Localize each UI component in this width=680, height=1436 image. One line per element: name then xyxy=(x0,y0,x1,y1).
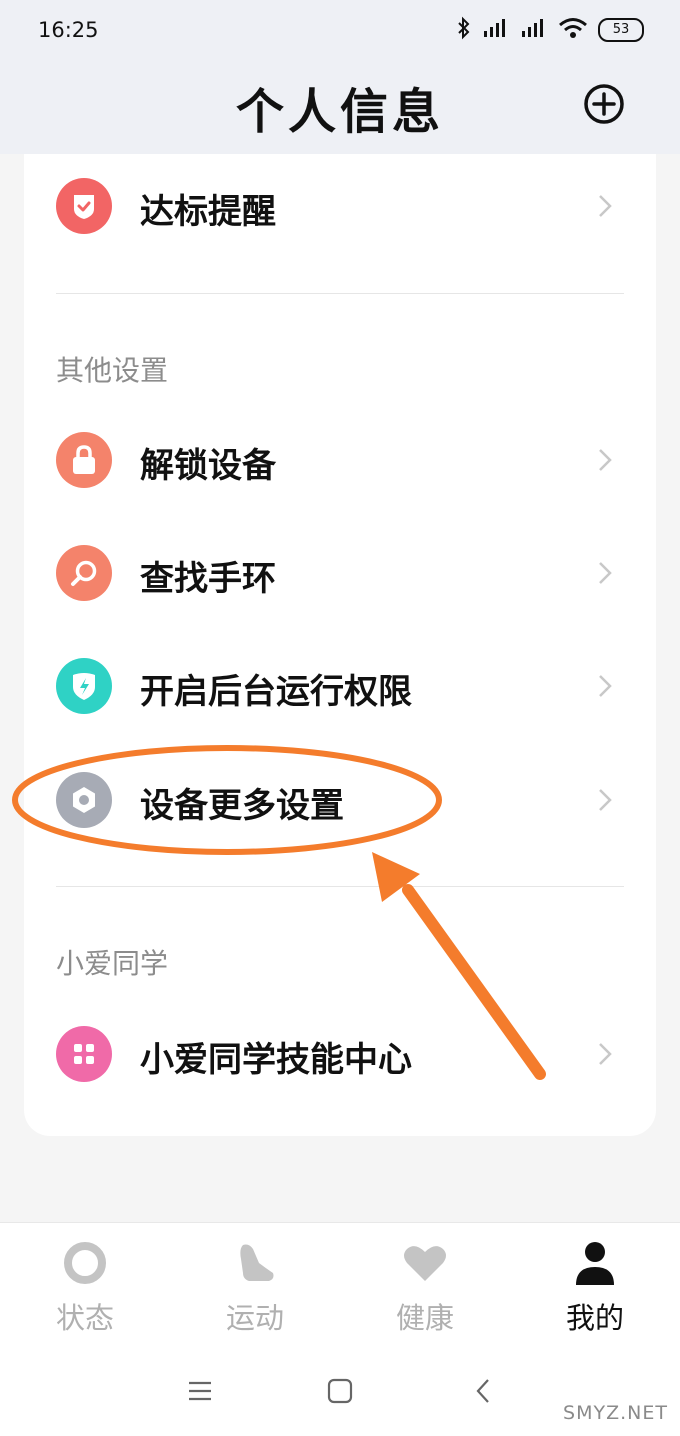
bluetooth-icon xyxy=(456,16,472,44)
page-title: 个人信息 xyxy=(235,84,444,140)
chevron-right-icon xyxy=(599,789,612,811)
find-band-label: 查找手环 xyxy=(140,559,276,599)
xiaoai-skills-label: 小爱同学技能中心 xyxy=(140,1040,412,1080)
battery-indicator: 53 xyxy=(598,18,644,42)
background-permission-label: 开启后台运行权限 xyxy=(140,672,412,712)
search-icon xyxy=(56,545,112,601)
signal-icon-2 xyxy=(520,17,548,43)
nav-label-sport: 运动 xyxy=(225,1301,284,1335)
page-header: 个人信息 xyxy=(0,64,680,154)
add-button[interactable] xyxy=(582,82,626,126)
nav-tab-sport[interactable]: 运动 xyxy=(170,1223,340,1345)
status-time: 16:25 xyxy=(38,18,99,42)
background-permission-row[interactable]: 开启后台运行权限 xyxy=(56,636,624,736)
xiaoai-skills-row[interactable]: 小爱同学技能中心 xyxy=(56,1004,624,1104)
section-other-settings: 其他设置 xyxy=(56,354,169,387)
chevron-right-icon xyxy=(599,1043,612,1065)
chevron-right-icon xyxy=(599,562,612,584)
nav-tab-mine[interactable]: 我的 xyxy=(510,1223,680,1345)
settings-card: 达标提醒 其他设置 解锁设备 查找手环 开启后台运行权限 设备更多设置 小爱同学… xyxy=(24,154,656,1136)
lock-icon xyxy=(56,432,112,488)
nav-label-health: 健康 xyxy=(395,1301,454,1335)
more-device-settings-row[interactable]: 设备更多设置 xyxy=(56,750,624,850)
gear-icon xyxy=(56,772,112,828)
bottom-nav: 状态 运动 健康 我的 xyxy=(0,1222,680,1345)
signal-icon xyxy=(482,17,510,43)
unlock-device-row[interactable]: 解锁设备 xyxy=(56,410,624,510)
grid-icon xyxy=(56,1026,112,1082)
back-icon[interactable] xyxy=(470,1377,498,1405)
chevron-right-icon xyxy=(599,195,612,217)
nav-label-status: 状态 xyxy=(55,1301,114,1335)
goal-reminder-row[interactable]: 达标提醒 xyxy=(56,156,624,256)
nav-tab-health[interactable]: 健康 xyxy=(340,1223,510,1345)
divider xyxy=(56,886,624,887)
nav-label-mine: 我的 xyxy=(565,1301,624,1335)
status-ring-icon xyxy=(64,1242,106,1284)
watermark: SMYZ.NET xyxy=(563,1402,668,1424)
status-bar: 16:25 53 xyxy=(0,0,680,64)
unlock-device-label: 解锁设备 xyxy=(140,446,276,486)
shoe-icon xyxy=(240,1244,274,1281)
chevron-right-icon xyxy=(599,449,612,471)
chevron-right-icon xyxy=(599,675,612,697)
divider xyxy=(56,293,624,294)
person-icon xyxy=(576,1242,614,1285)
home-square-icon[interactable] xyxy=(326,1377,354,1405)
shield-bolt-icon xyxy=(56,658,112,714)
menu-icon[interactable] xyxy=(186,1377,214,1405)
find-band-row[interactable]: 查找手环 xyxy=(56,523,624,623)
status-icons: 53 xyxy=(456,16,644,44)
section-xiaoai: 小爱同学 xyxy=(56,947,169,980)
wifi-icon xyxy=(558,17,588,43)
heart-icon xyxy=(404,1246,446,1281)
goal-reminder-label: 达标提醒 xyxy=(140,192,276,232)
plus-circle-icon xyxy=(584,84,624,124)
nav-tab-status[interactable]: 状态 xyxy=(0,1223,170,1345)
more-device-settings-label: 设备更多设置 xyxy=(140,786,344,826)
shield-check-icon xyxy=(56,178,112,234)
